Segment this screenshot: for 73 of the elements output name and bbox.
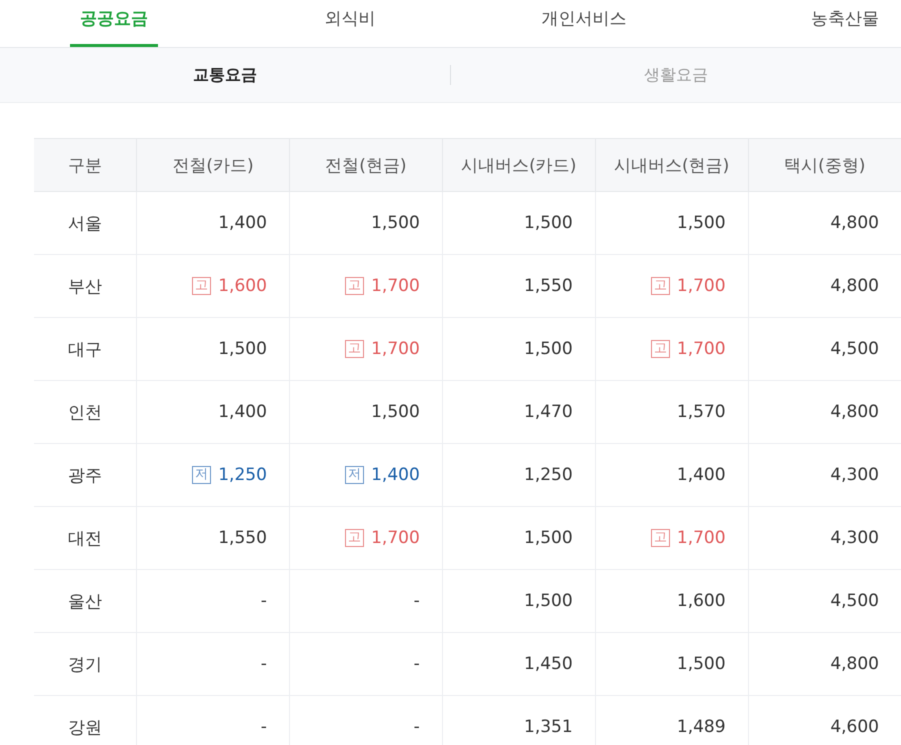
price-cell: 4,800 [748,380,901,444]
price-cell: - [289,632,442,696]
price-cell: 4,800 [748,632,901,696]
price-value: 1,700 [371,528,420,548]
price-cell: 1,250 [442,444,596,506]
price-cell: 1,570 [595,380,748,444]
price-value: 1,700 [676,528,726,548]
column-header: 시내버스(현금) [595,138,748,192]
price-cell: 1,550 [442,254,596,318]
price-value: 1,400 [371,465,420,485]
price-cell: 4,800 [748,254,901,318]
level-badge: 고 [192,277,212,295]
price-cell: 1,500 [442,570,596,632]
level-badge: 고 [650,529,670,547]
price-cell: 1,550 [136,506,290,570]
price-cell: 1,489 [595,696,748,745]
column-header: 전철(현금) [289,138,442,192]
price-cell: 4,500 [748,570,901,632]
level-badge: 고 [345,340,364,358]
sub-tab[interactable]: 교통요금 [192,65,257,85]
price-cell: 1,600 [595,570,748,632]
region-cell: 서울 [34,192,136,254]
price-cell: 1,400 [136,380,290,444]
price-cell: 1,400 [595,444,748,506]
level-badge: 고 [650,277,670,295]
category-tab[interactable]: 외식비 [314,0,386,44]
level-badge: 고 [650,340,670,358]
region-cell: 인천 [34,380,136,444]
price-value: 1,700 [676,339,726,359]
level-badge: 저 [345,466,364,484]
category-tab[interactable]: 개인서비스 [532,0,636,44]
column-header: 전철(카드) [136,138,290,192]
price-cell: 1,500 [289,192,442,254]
price-cell: 1,500 [289,380,442,444]
region-cell: 경기 [34,632,136,696]
price-cell: 4,300 [748,444,901,506]
price-cell: 1,500 [442,318,596,380]
price-cell: 1,500 [136,318,290,380]
price-cell: 4,800 [748,192,901,254]
column-header: 구분 [34,138,136,192]
region-cell: 강원 [34,696,136,745]
price-cell: 1,500 [595,632,748,696]
price-value: 1,700 [371,276,420,296]
region-cell: 부산 [34,254,136,318]
region-cell: 대구 [34,318,136,380]
price-cell: 1,500 [442,506,596,570]
price-cell: 4,600 [748,696,901,745]
region-cell: 대전 [34,506,136,570]
column-header: 택시(중형) [748,138,901,192]
level-badge: 저 [192,466,212,484]
price-cell: 1,500 [442,192,596,254]
price-value: 1,700 [676,276,726,296]
category-tab[interactable]: 농축산물 [801,0,889,44]
price-cell: - [136,632,290,696]
price-cell: - [136,696,290,745]
price-cell: - [289,570,442,632]
price-cell: 1,450 [442,632,596,696]
level-badge: 고 [345,277,364,295]
price-cell: - [289,696,442,745]
price-cell: 4,300 [748,506,901,570]
price-cell: 1,351 [442,696,596,745]
price-cell: 1,500 [595,192,748,254]
price-cell: - [136,570,290,632]
price-value: 1,600 [218,276,267,296]
price-cell: 1,400 [136,192,290,254]
region-cell: 울산 [34,570,136,632]
price-cell: 1,470 [442,380,596,444]
price-value: 1,700 [371,339,420,359]
column-header: 시내버스(카드) [442,138,596,192]
level-badge: 고 [345,529,364,547]
price-value: 1,250 [218,465,267,485]
price-cell: 4,500 [748,318,901,380]
region-cell: 광주 [34,444,136,506]
